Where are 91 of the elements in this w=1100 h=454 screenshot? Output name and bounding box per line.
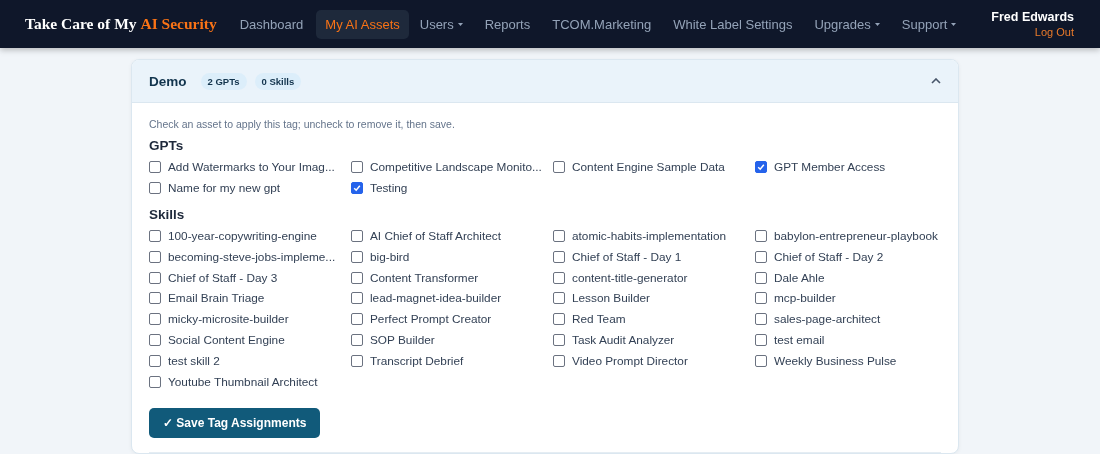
checkbox[interactable] (755, 271, 767, 284)
count-badge: 0 Skills (254, 72, 302, 90)
nav-link[interactable]: Upgrades (805, 9, 889, 39)
checkbox[interactable] (149, 313, 161, 326)
checkbox-label[interactable]: test skill 2 (168, 353, 220, 368)
checkbox[interactable] (351, 250, 363, 263)
section-title: Skills (149, 206, 186, 222)
checkbox[interactable] (149, 250, 161, 263)
checkbox-label[interactable]: Lesson Builder (572, 291, 651, 306)
checkbox[interactable] (553, 354, 565, 367)
checkbox[interactable] (149, 230, 161, 242)
checkbox[interactable] (755, 333, 767, 346)
checkbox-label[interactable]: Perfect Prompt Creator (370, 312, 492, 327)
checkbox[interactable] (553, 333, 565, 346)
checkbox[interactable] (351, 230, 363, 242)
checkbox-label[interactable]: Weekly Business Pulse (774, 353, 897, 368)
checkbox-label[interactable]: Content Engine Sample Data (572, 160, 725, 175)
checkbox-label[interactable]: Content Transformer (370, 270, 479, 285)
brand-logo-highlight: AI Security (140, 15, 217, 33)
checkbox[interactable] (149, 182, 161, 195)
chevron-icon[interactable] (931, 78, 941, 84)
checkbox[interactable] (553, 271, 565, 284)
section-title: GPTs (149, 138, 185, 153)
checkbox-label[interactable]: Red Team (572, 312, 626, 327)
checkbox-label[interactable]: SOP Builder (370, 332, 435, 347)
checkbox[interactable] (149, 375, 161, 388)
checkbox[interactable] (553, 250, 565, 263)
checkbox-label[interactable]: test email (774, 332, 825, 347)
hint-text: Check an asset to apply this tag; uncheck to remove it, then save. (149, 118, 456, 130)
checkbox-label[interactable]: sales-page-architect (774, 312, 881, 327)
user-name: Fred Edwards (991, 10, 1074, 24)
checkbox[interactable] (755, 230, 767, 242)
checkbox-label[interactable]: content-title-generator (572, 270, 688, 285)
checkbox-label[interactable]: Email Brain Triage (168, 291, 265, 306)
checkbox[interactable] (351, 292, 363, 305)
nav-link[interactable]: Reports (475, 9, 540, 39)
checkbox[interactable] (553, 161, 565, 174)
checkbox-label[interactable]: GPT Member Access (774, 160, 886, 175)
checkbox[interactable] (149, 333, 161, 346)
checkbox-label[interactable]: becoming-steve-jobs-impleme... (168, 249, 336, 264)
checkbox[interactable] (755, 313, 767, 326)
checkbox-label[interactable]: Add Watermarks to Your Imag... (168, 160, 335, 175)
checkbox-label[interactable]: AI Chief of Staff Architect (370, 229, 501, 243)
checkbox[interactable] (351, 182, 363, 195)
checkbox-label[interactable]: Chief of Staff - Day 2 (774, 249, 884, 264)
nav-link[interactable]: White Label Settings (664, 9, 802, 39)
checkbox-label[interactable]: 100-year-copywriting-engine (168, 229, 317, 243)
checkbox-label[interactable]: Youtube Thumbnail Architect (168, 374, 318, 389)
brand-logo-text: Take Care of My (25, 15, 137, 33)
checkbox-label[interactable]: big-bird (370, 249, 410, 264)
checkbox-label[interactable]: Social Content Engine (168, 332, 285, 347)
tag-title: Demo (149, 73, 187, 89)
checkbox[interactable] (149, 354, 161, 367)
checkbox[interactable] (755, 292, 767, 305)
checkbox-label[interactable]: babylon-entrepreneur-playbook (774, 229, 938, 243)
logout-link[interactable]: Log Out (1034, 26, 1074, 38)
checkbox-label[interactable]: Competitive Landscape Monito... (370, 160, 542, 175)
checkbox-label[interactable]: atomic-habits-implementation (572, 229, 727, 243)
checkbox-label[interactable]: Transcript Debrief (370, 353, 464, 368)
checkbox-label[interactable]: Task Audit Analyzer (572, 332, 675, 347)
checkbox[interactable] (351, 313, 363, 326)
checkbox[interactable] (149, 292, 161, 305)
checkbox-label[interactable]: Chief of Staff - Day 3 (168, 270, 278, 285)
checkbox-label[interactable]: mcp-builder (774, 291, 836, 306)
checkbox-label[interactable]: Video Prompt Director (572, 353, 688, 368)
checkbox[interactable] (755, 250, 767, 263)
checkbox[interactable] (351, 271, 363, 284)
checkbox-label[interactable]: lead-magnet-idea-builder (370, 291, 502, 306)
checkbox[interactable] (755, 354, 767, 367)
checkbox-label[interactable]: Dale Ahle (774, 270, 825, 285)
nav-link[interactable]: Support (892, 9, 966, 39)
checkbox-label[interactable]: Chief of Staff - Day 1 (572, 249, 682, 264)
checkbox[interactable] (755, 161, 767, 174)
checkbox-label[interactable]: Testing (370, 181, 408, 196)
nav-link[interactable]: My AI Assets (316, 9, 409, 39)
checkbox[interactable] (149, 161, 161, 174)
nav-link[interactable]: TCOM.Marketing (543, 9, 661, 39)
nav-link[interactable]: Users (410, 9, 472, 39)
checkbox[interactable] (149, 271, 161, 284)
checkbox[interactable] (351, 354, 363, 367)
checkbox[interactable] (351, 161, 363, 174)
nav-link[interactable]: Dashboard (230, 9, 313, 39)
tag-card-header[interactable]: Demo 2 GPTs 0 Skills (132, 60, 958, 103)
checkbox[interactable] (553, 230, 565, 242)
checkbox-label[interactable]: Name for my new gpt (168, 181, 281, 196)
checkbox[interactable] (553, 313, 565, 326)
count-badge: 2 GPTs (200, 72, 247, 90)
checkbox[interactable] (351, 333, 363, 346)
checkbox[interactable] (553, 292, 565, 305)
checkbox-label[interactable]: micky-microsite-builder (168, 312, 289, 327)
save-button[interactable]: ✓ Save Tag Assignments (149, 407, 321, 438)
